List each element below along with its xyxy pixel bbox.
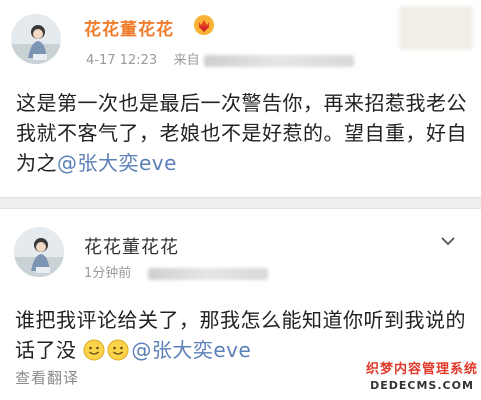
watermark-line2: DEDECMS.COM: [370, 379, 474, 392]
site-watermark: 织梦内容管理系统 DEDECMS.COM: [366, 361, 478, 397]
comment-meta: 1分钟前: [84, 262, 268, 281]
post-time: 4-17 12:23: [86, 53, 158, 68]
comment-username[interactable]: 花花董花花: [84, 233, 179, 259]
comment-time: 1分钟前: [84, 266, 132, 281]
smile-emoji-icon: [107, 339, 129, 361]
card-separator: [0, 197, 481, 209]
translate-link[interactable]: 查看翻译: [15, 367, 79, 388]
follow-button-blurred[interactable]: [399, 6, 473, 50]
comment-content: 谁把我评论给关了，那我怎么能知道你听到我说的话了没 @张大奕eve: [15, 305, 470, 365]
vip-crown-heart-icon: [194, 15, 214, 35]
post-source-label: 来自: [173, 53, 200, 68]
watermark-line1: 织梦内容管理系统: [366, 362, 479, 377]
comment-avatar[interactable]: [14, 227, 64, 277]
weibo-post: 花花董花花 4-17 12:23 来自 这是第一次也是最后一次警告你，再来招惹我…: [0, 0, 481, 197]
post-content: 这是第一次也是最后一次警告你，再来招惹我老公我就不客气了，老娘也不是好惹的。望自…: [16, 88, 471, 178]
post-source-blurred: [203, 54, 354, 67]
post-username[interactable]: 花花董花花: [84, 15, 174, 40]
post-mention-link[interactable]: @张大奕eve: [57, 151, 177, 175]
post-avatar[interactable]: [11, 14, 61, 64]
comment-mention-link[interactable]: @张大奕eve: [131, 338, 251, 362]
comment-source-blurred: [147, 267, 268, 280]
chevron-down-icon[interactable]: [440, 235, 456, 247]
smile-emoji-icon: [83, 339, 105, 361]
post-meta: 4-17 12:23 来自: [86, 49, 354, 68]
